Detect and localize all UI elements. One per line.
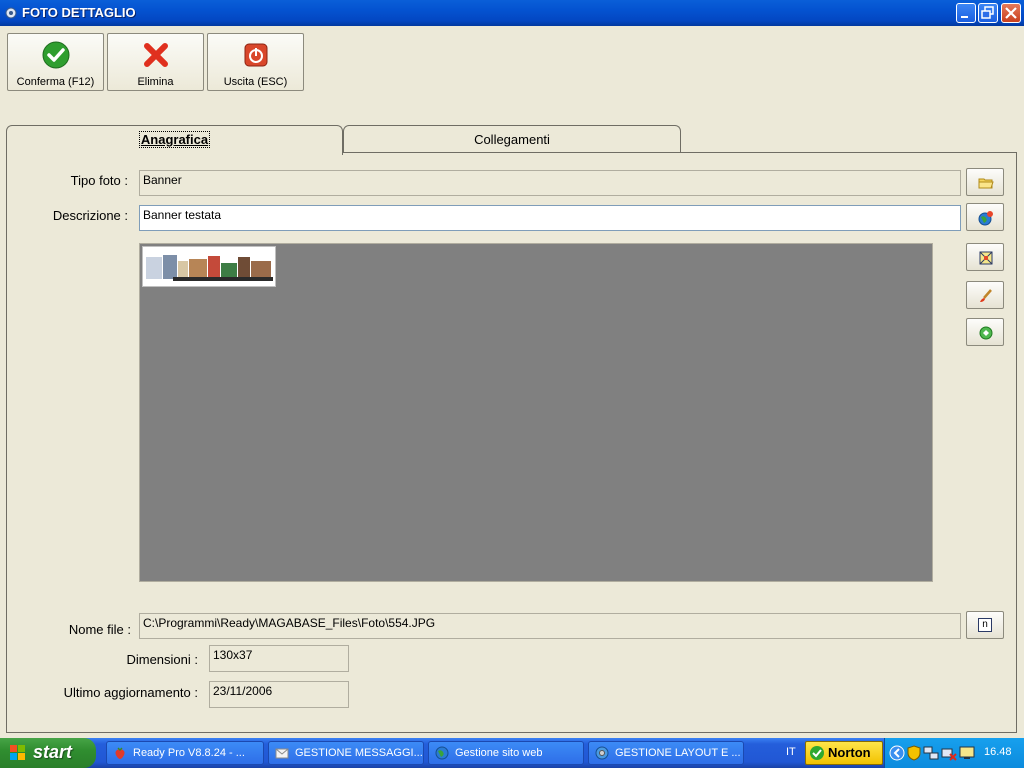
nome-file-field[interactable]: C:\Programmi\Ready\MAGABASE_Files\Foto\5… <box>139 613 961 639</box>
monitor-icon[interactable] <box>959 745 975 761</box>
nome-file-label: Nome file : <box>68 622 131 637</box>
mail-icon <box>275 748 289 759</box>
delete-label: Elimina <box>137 76 174 88</box>
file-name-button-label: n <box>982 619 988 630</box>
norton-button[interactable]: Norton <box>805 741 883 765</box>
edit-image-button[interactable] <box>966 281 1004 309</box>
title-bar: FOTO DETTAGLIO <box>0 0 1024 26</box>
exit-label: Uscita (ESC) <box>223 76 288 88</box>
norton-check-icon <box>810 746 824 760</box>
minimize-button[interactable] <box>956 3 976 23</box>
fit-image-button[interactable] <box>966 243 1004 271</box>
start-button[interactable]: start <box>0 738 96 768</box>
power-icon <box>244 43 268 67</box>
shield-icon[interactable] <box>907 745 921 761</box>
language-indicator[interactable]: IT <box>786 746 796 758</box>
banner-thumbnail <box>142 246 276 287</box>
task-label: GESTIONE LAYOUT E ... <box>615 747 741 759</box>
task-gestione-messaggi[interactable]: GESTIONE MESSAGGI... <box>268 741 424 765</box>
file-name-button-inner: n <box>978 618 992 632</box>
task-gestione-layout[interactable]: GESTIONE LAYOUT E ... <box>588 741 744 765</box>
tab-collegamenti-label: Collegamenti <box>474 132 550 147</box>
resize-icon <box>979 251 993 265</box>
ultimo-aggiornamento-label: Ultimo aggiornamento : <box>63 685 198 700</box>
task-ready-pro[interactable]: Ready Pro V8.8.24 - ... <box>106 741 264 765</box>
refresh-image-button[interactable] <box>966 318 1004 346</box>
taskbar: start Ready Pro V8.8.24 - ... GESTIONE M… <box>0 738 1024 768</box>
system-tray: 16.48 <box>884 738 1024 768</box>
exit-button[interactable]: Uscita (ESC) <box>207 33 304 91</box>
folder-icon <box>978 178 994 189</box>
browse-folder-button[interactable] <box>966 168 1004 196</box>
descrizione-label: Descrizione : <box>52 208 128 223</box>
minimize-icon <box>961 16 968 18</box>
recycle-icon <box>979 326 993 340</box>
task-label: Gestione sito web <box>455 747 543 759</box>
tray-arrow-icon[interactable] <box>889 745 905 761</box>
clock: 16.48 <box>984 746 1012 758</box>
task-gestione-sito-web[interactable]: Gestione sito web <box>428 741 584 765</box>
norton-label: Norton <box>828 745 871 760</box>
start-label: start <box>33 742 73 762</box>
delete-x-icon <box>144 43 168 67</box>
tipo-foto-label: Tipo foto : <box>70 173 128 188</box>
globe-gear-icon <box>595 746 609 760</box>
task-label: Ready Pro V8.8.24 - ... <box>133 747 245 759</box>
tab-anagrafica[interactable]: Anagrafica <box>6 125 343 155</box>
dimensioni-field[interactable]: 130x37 <box>209 645 349 672</box>
windows-logo-icon <box>10 745 25 760</box>
window-title: FOTO DETTAGLIO <box>22 5 136 20</box>
descrizione-input[interactable]: Banner testata <box>139 205 961 231</box>
app-icon <box>5 7 17 19</box>
globe-icon <box>435 746 449 760</box>
brush-icon <box>980 289 992 302</box>
tipo-foto-field[interactable]: Banner <box>139 170 961 196</box>
ultimo-aggiornamento-field[interactable]: 23/11/2006 <box>209 681 349 708</box>
confirm-label: Conferma (F12) <box>16 76 95 88</box>
network-disconnected-icon[interactable] <box>941 745 957 761</box>
strawberry-icon <box>115 747 125 759</box>
delete-button[interactable]: Elimina <box>107 33 204 91</box>
globe-icon <box>978 211 993 226</box>
tab-collegamenti[interactable]: Collegamenti <box>343 125 681 153</box>
checkmark-icon <box>42 41 70 69</box>
task-label: GESTIONE MESSAGGI... <box>295 747 423 759</box>
dimensioni-label: Dimensioni : <box>126 652 198 667</box>
confirm-button[interactable]: Conferma (F12) <box>7 33 104 91</box>
restore-button[interactable] <box>978 3 998 23</box>
tab-anagrafica-label: Anagrafica <box>138 131 211 148</box>
close-button[interactable] <box>1001 3 1021 23</box>
image-preview <box>139 243 933 582</box>
close-icon <box>1005 7 1017 19</box>
file-name-button[interactable]: n <box>966 611 1004 639</box>
restore-icon <box>981 6 994 19</box>
network-icon[interactable] <box>923 745 939 761</box>
web-image-button[interactable] <box>966 203 1004 231</box>
